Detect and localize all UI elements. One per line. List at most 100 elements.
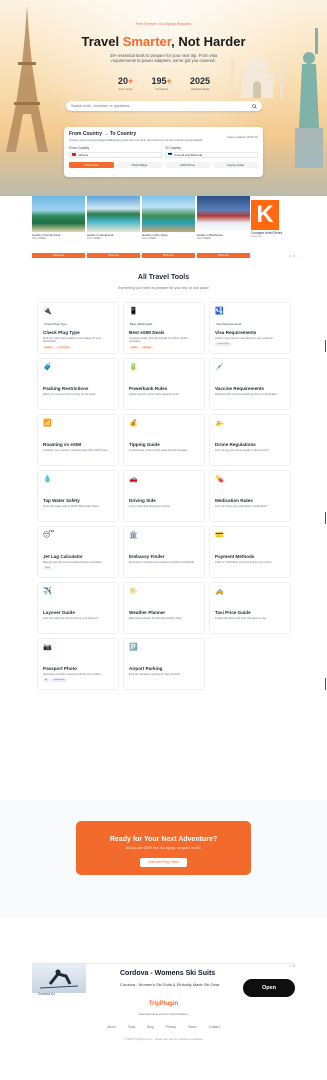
tool-card[interactable]: ✈️ Layover Guide Can you leave the airport… (37, 582, 119, 634)
tool-card[interactable]: 🛂 Visa Requirements Visa Requirements Check… (209, 302, 291, 354)
passport-icon: 🛂 (215, 308, 224, 315)
tool-name: Passport Photo (43, 666, 77, 671)
tool-tags: DATA SAVING (129, 346, 199, 350)
tool-card[interactable]: 📱 Best eSIM Deals Best eSIM Deals Compare A… (123, 302, 205, 354)
book-now-button[interactable]: Book now (142, 253, 195, 258)
cta-card: Ready for Your Next Adventure? All tools… (76, 821, 251, 875)
beach-photo (32, 196, 85, 232)
car-icon: 🚗 (129, 476, 138, 483)
from-country-label: From Country (69, 146, 90, 150)
tool-card[interactable]: 💳 Payment Methods Cash or card? Best payme… (209, 526, 291, 578)
from-country-select[interactable]: Albania (69, 151, 162, 158)
tool-name: Roaming vs eSIM (43, 442, 82, 447)
tool-card[interactable]: 🧳 Packing Restrictions What you can and ca… (37, 358, 119, 410)
drone-icon: 🚁 (215, 420, 224, 427)
tool-card[interactable]: 🅿️ Airport Parking Find the cheapest parki… (123, 638, 205, 690)
search-bar[interactable] (66, 101, 262, 111)
tool-card[interactable]: 🔋 Powerbank Rules Airline-specific power b… (123, 358, 205, 410)
tool-tag: POPULAR (56, 346, 71, 350)
luggage-icon: 🧳 (43, 364, 52, 371)
hotel-ad-punta-cana[interactable]: Hotels in Punta Cana from US$91 Book now (32, 196, 85, 258)
to-country-select[interactable]: Antigua and Barbuda (165, 151, 258, 158)
plug-icon: 🔌 (43, 308, 52, 315)
tool-card[interactable]: 💊 Medication Rules Can you bring your pres… (209, 470, 291, 522)
tool-card[interactable]: 🚗 Driving Side Left or right side driving … (123, 470, 205, 522)
tool-card[interactable]: 🚕 Taxi Price Guide Typical taxi fares and … (209, 582, 291, 634)
tool-card[interactable]: 📶 Roaming vs eSIM Compare your carrier's r… (37, 414, 119, 466)
hero-subtitle: 20+ essential tools to prepare for your … (109, 53, 218, 64)
tool-card[interactable]: 🌤️ Weather Planner Best travel season & hi… (123, 582, 205, 634)
check-visa-button[interactable]: Check Visa (69, 161, 114, 168)
book-now-button[interactable]: Book now (32, 253, 85, 258)
pill-icon: 💊 (215, 476, 224, 483)
footer-link-privacy[interactable]: Privacy (166, 1025, 176, 1029)
tool-card[interactable]: 😴 Jet Lag Calculator Beat jet lag with sci… (37, 526, 119, 578)
tool-card[interactable]: 💉 Vaccine Requirements Required and recomm… (209, 358, 291, 410)
ad-choices-icon[interactable]: ▷ ✕ (289, 964, 295, 968)
scrollbar-thumb[interactable] (325, 512, 326, 524)
tool-tags: NEW (43, 566, 113, 570)
tool-tag: SAVING (140, 346, 153, 350)
country-selector-card: From Country → To Country Data updated: … (64, 127, 263, 177)
tool-tags: AI TRENDING (43, 678, 113, 682)
tool-description: Compare your carrier's roaming rates wit… (43, 448, 108, 452)
tool-description: Check if you need a visa based on your p… (215, 336, 274, 340)
tool-description: Airline-specific power bank capacity lim… (129, 392, 179, 396)
hotel-ad-santa-ana[interactable]: Hotels in Santa Ana from US$19 Book now (87, 196, 140, 258)
tool-name: Visa Requirements (215, 330, 257, 335)
tool-card[interactable]: 💰 Tipping Guide Local tipping customs and … (123, 414, 205, 466)
tool-name: Airport Parking (129, 666, 163, 671)
tool-description: Cash or card? Best payment options by co… (215, 560, 272, 564)
water-drop-icon: 💧 (43, 476, 52, 483)
tool-tag: AI (43, 678, 50, 682)
tool-name: Taxi Price Guide (215, 610, 251, 615)
tool-card[interactable]: 🏛️ Embassy Finder Emergency contacts and e… (123, 526, 205, 578)
tool-name: Best eSIM Deals (129, 330, 165, 335)
tool-tag: TRENDING (51, 678, 67, 682)
footer-link-about[interactable]: About (107, 1025, 115, 1029)
tool-tags: ADAPT POPULAR (43, 346, 113, 350)
tool-name: Jet Lag Calculator (43, 554, 83, 559)
start-plug-check-button[interactable]: Start with Plug Check (140, 857, 187, 867)
plug-voltage-button[interactable]: Plug/Voltage (117, 161, 162, 168)
footer-link-tools[interactable]: Tools (128, 1025, 135, 1029)
tool-card[interactable]: 🔌 Check Plug Type Check Plug Type Find the … (37, 302, 119, 354)
tools-section-subtitle: Everything you need to prepare for your … (118, 286, 209, 290)
taj-mahal-illustration (231, 57, 283, 98)
tool-name: Tipping Guide (129, 442, 160, 447)
antigua-flag-icon (168, 153, 172, 156)
footer-link-contact[interactable]: Contact (209, 1025, 220, 1029)
esim-prices-button[interactable]: eSIM Prices (165, 161, 210, 168)
footer-logo[interactable]: TripPlugin (0, 1001, 327, 1007)
search-input[interactable] (71, 104, 251, 108)
tipping-guide-button[interactable]: Tipping Guide (213, 161, 258, 168)
scrollbar-thumb[interactable] (325, 678, 326, 690)
hotel-ad-bucharest[interactable]: Hotels in Bucharest from US$49 Book now (197, 196, 250, 258)
tool-name: Embassy Finder (129, 554, 165, 559)
kayak-ad[interactable]: K Compare Hotel Prices kayak.com (251, 200, 295, 238)
tools-grid: 🔌 Check Plug Type Check Plug Type Find the … (37, 302, 291, 722)
tool-mini-label: Visa Requirements (216, 322, 242, 326)
footer-link-terms[interactable]: Terms (188, 1025, 197, 1029)
ad-choices-icon[interactable]: ▷ ✕ (289, 254, 295, 258)
book-now-button[interactable]: Book now (87, 253, 140, 258)
book-now-button[interactable]: Book now (197, 253, 250, 258)
battery-icon: 🔋 (129, 364, 138, 371)
cta-section: Ready for Your Next Adventure? All tools… (0, 800, 327, 918)
parking-icon: 🅿️ (129, 644, 138, 651)
camera-icon: 📷 (43, 644, 52, 651)
roaming-icon: 📶 (43, 420, 52, 427)
tool-tag: ESSENTIAL (215, 342, 232, 346)
tool-card[interactable]: 💧 Tap Water Safety Is the tap water safe t… (37, 470, 119, 522)
tool-description: Required and recommended vaccines by des… (215, 392, 278, 396)
pool-photo (87, 196, 140, 232)
search-icon[interactable] (252, 103, 257, 109)
tool-card[interactable]: 📷 Passport Photo Generate compliant passpo… (37, 638, 119, 690)
footer-link-blog[interactable]: Blog (147, 1025, 153, 1029)
ad-open-button[interactable]: Open (243, 979, 295, 997)
hotel-ad-pho-quoc[interactable]: Hotels in Pho Quoc from US$25 Book now (142, 196, 195, 258)
tool-card[interactable]: 🚁 Drone Regulations Can you fly your drone… (209, 414, 291, 466)
scrollbar-thumb[interactable] (325, 340, 326, 352)
bottom-ad-banner[interactable]: Cordova Co Cordova - Womens Ski Suits Co… (32, 963, 295, 999)
taxi-icon: 🚕 (215, 588, 224, 595)
